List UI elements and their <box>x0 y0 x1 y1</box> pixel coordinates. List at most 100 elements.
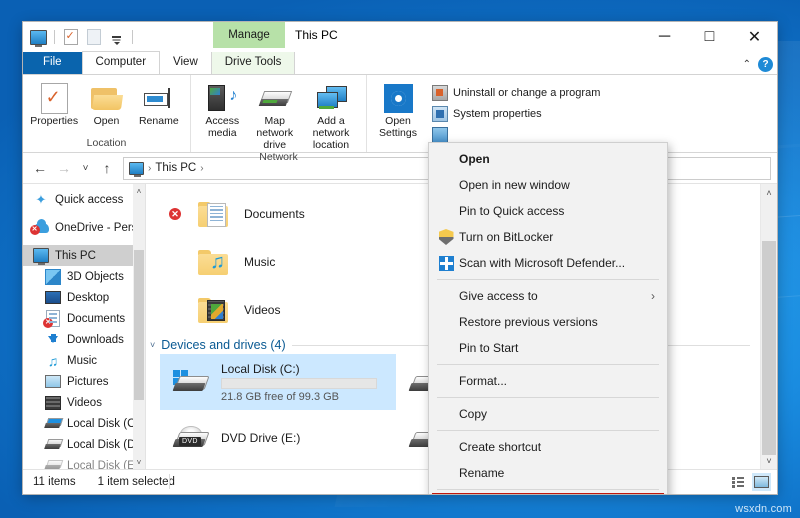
tab-computer[interactable]: Computer <box>81 51 161 74</box>
context-menu-item-open[interactable]: Open <box>429 146 667 172</box>
sidebar-item-local-disk-e[interactable]: Local Disk (E:) <box>23 455 145 469</box>
large-icons-view-button[interactable] <box>752 473 771 491</box>
context-menu-item-label: Give access to <box>459 289 538 303</box>
context-menu-item-scan-with-defender[interactable]: Scan with Microsoft Defender... <box>429 250 667 276</box>
sidebar-item-this-pc[interactable]: This PC <box>23 245 145 266</box>
watermark: wsxdn.com <box>735 503 792 515</box>
context-menu-item-label: Pin to Quick access <box>459 204 565 218</box>
windows-disk-icon <box>168 370 212 394</box>
back-button[interactable]: ← <box>29 157 51 179</box>
new-folder-icon[interactable] <box>83 27 104 48</box>
scroll-up-arrow-icon[interactable]: ˄ <box>133 184 145 198</box>
tab-drive-tools[interactable]: Drive Tools <box>210 52 296 74</box>
forward-button[interactable]: → <box>53 157 75 179</box>
scrollbar-thumb[interactable] <box>134 250 144 400</box>
divider <box>54 30 55 44</box>
pictures-icon <box>45 374 61 390</box>
collapse-ribbon-icon[interactable]: ⌃ <box>743 59 751 70</box>
divider <box>132 30 133 44</box>
ribbon-item-system-properties[interactable]: System properties <box>429 105 603 123</box>
status-selection: 1 item selected <box>97 476 175 488</box>
context-menu-item-label: Restore previous versions <box>459 315 598 329</box>
context-menu-item-turn-on-bitlocker[interactable]: Turn on BitLocker <box>429 224 667 250</box>
scroll-up-arrow-icon[interactable]: ˄ <box>761 184 777 201</box>
context-menu-item-properties[interactable]: Properties <box>432 493 664 494</box>
up-button[interactable]: ↑ <box>96 157 118 179</box>
chevron-down-icon[interactable]: ˅ <box>150 340 155 350</box>
system-properties-icon <box>432 106 448 122</box>
tab-file[interactable]: File <box>23 52 82 74</box>
properties-icon[interactable]: ✓ <box>60 27 81 48</box>
navigation-pane: ✦ Quick access ✕ OneDrive - Persor This … <box>23 184 146 469</box>
context-menu-item-copy[interactable]: Copy <box>429 401 667 427</box>
context-menu-item-restore-previous-versions[interactable]: Restore previous versions <box>429 309 667 335</box>
customize-dropdown-icon[interactable] <box>106 27 127 48</box>
ribbon-item-uninstall-program[interactable]: Uninstall or change a program <box>429 84 603 102</box>
sidebar-item-pictures[interactable]: Pictures <box>23 371 145 392</box>
ribbon-item-label: Uninstall or change a program <box>453 87 601 99</box>
folder-item-documents[interactable]: ✕ Documents <box>160 190 396 238</box>
navigation-pane-scrollbar[interactable]: ˄ ˅ <box>133 184 145 469</box>
sidebar-item-downloads[interactable]: Downloads <box>23 329 145 350</box>
scrollbar-thumb[interactable] <box>762 241 776 455</box>
sidebar-item-onedrive[interactable]: ✕ OneDrive - Persor <box>23 217 145 238</box>
context-menu-item-open-in-new-window[interactable]: Open in new window <box>429 172 667 198</box>
ribbon-button-map-network-drive[interactable]: Map network drive <box>250 79 301 151</box>
menu-separator <box>437 279 659 280</box>
sidebar-item-music[interactable]: ♫ Music <box>23 350 145 371</box>
folder-item-videos[interactable]: Videos <box>160 286 396 334</box>
close-button[interactable]: ✕ <box>732 22 777 51</box>
capacity-bar <box>221 377 377 389</box>
ribbon-button-label: Rename <box>138 115 179 127</box>
sidebar-item-local-disk-c[interactable]: Local Disk (C:) <box>23 413 145 434</box>
recent-locations-button[interactable]: ˅ <box>77 157 94 179</box>
minimize-button[interactable]: ─ <box>642 22 687 51</box>
star-icon: ✦ <box>35 192 47 207</box>
folder-item-music[interactable]: ♫ Music <box>160 238 396 286</box>
music-icon: ♫ <box>47 352 59 369</box>
context-menu-item-create-shortcut[interactable]: Create shortcut <box>429 434 667 460</box>
sidebar-item-label: Local Disk (C:) <box>67 417 143 430</box>
sidebar-item-local-disk-d[interactable]: Local Disk (D:) <box>23 434 145 455</box>
scroll-down-arrow-icon[interactable]: ˅ <box>133 455 145 469</box>
local-disk-d-icon <box>44 437 64 453</box>
context-menu-item-give-access-to[interactable]: Give access to › <box>429 283 667 309</box>
sidebar-item-quick-access[interactable]: ✦ Quick access <box>23 189 145 210</box>
scroll-down-arrow-icon[interactable]: ˅ <box>761 452 777 469</box>
local-disk-c-icon <box>44 416 64 432</box>
context-menu-item-format[interactable]: Format... <box>429 368 667 394</box>
context-menu-item-label: Scan with Microsoft Defender... <box>459 256 626 270</box>
context-menu-item-pin-to-start[interactable]: Pin to Start <box>429 335 667 361</box>
help-icon[interactable]: ? <box>758 57 773 72</box>
contextual-tab-manage[interactable]: Manage <box>213 22 285 48</box>
ribbon-button-label: Add a network location <box>312 115 350 151</box>
add-network-location-icon <box>316 82 347 114</box>
ribbon-button-access-media[interactable]: ♪ Access media <box>197 79 248 139</box>
drive-item-local-disk-c[interactable]: Local Disk (C:) 21.8 GB free of 99.3 GB <box>160 354 396 410</box>
sync-error-badge-icon: ✕ <box>168 208 182 220</box>
maximize-button[interactable]: □ <box>687 22 732 51</box>
drive-item-dvd-drive-e[interactable]: DVD DVD Drive (E:) <box>160 410 396 466</box>
shield-icon <box>433 229 459 245</box>
content-scrollbar[interactable]: ˄ ˅ <box>760 184 777 469</box>
ribbon-button-open-settings[interactable]: Open Settings <box>373 79 423 139</box>
sidebar-item-videos[interactable]: Videos <box>23 392 145 413</box>
submenu-arrow-icon: › <box>651 289 655 303</box>
tab-view[interactable]: View <box>160 52 211 74</box>
ribbon-button-add-network-location[interactable]: Add a network location <box>302 79 360 151</box>
context-menu-item-pin-to-quick-access[interactable]: Pin to Quick access <box>429 198 667 224</box>
ribbon-button-open[interactable]: Open <box>81 79 131 127</box>
menu-separator <box>437 489 659 490</box>
sidebar-item-3d-objects[interactable]: 3D Objects <box>23 266 145 287</box>
ribbon-button-rename[interactable]: Rename <box>134 79 184 127</box>
context-menu-item-rename[interactable]: Rename <box>429 460 667 486</box>
sidebar-item-desktop[interactable]: Desktop <box>23 287 145 308</box>
this-pc-icon[interactable] <box>28 27 49 48</box>
menu-separator <box>437 430 659 431</box>
details-view-button[interactable] <box>728 473 747 491</box>
folder-item-label: Documents <box>244 207 305 221</box>
sidebar-item-documents[interactable]: ✕ Documents <box>23 308 145 329</box>
ribbon-button-properties[interactable]: Properties <box>29 79 79 127</box>
section-title: Devices and drives (4) <box>161 338 286 352</box>
